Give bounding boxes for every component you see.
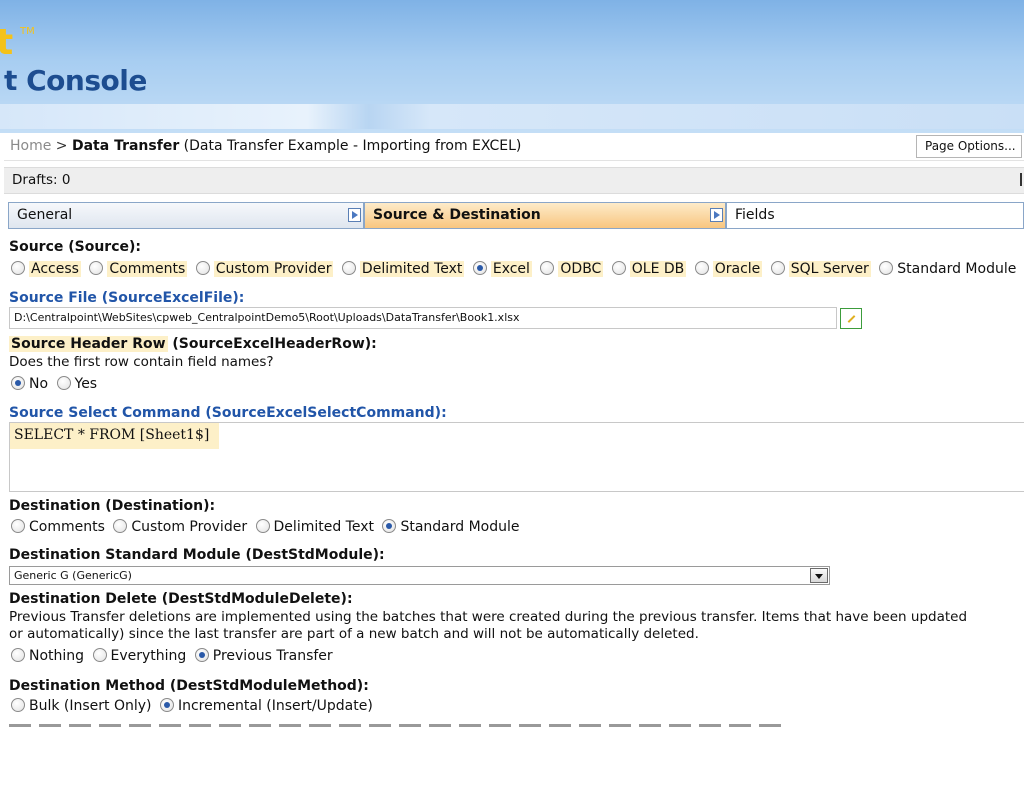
edit-pencil-icon[interactable] bbox=[840, 308, 862, 329]
trademark-symbol: TM bbox=[20, 26, 35, 37]
tab-source-destination-label: Source & Destination bbox=[373, 207, 541, 223]
breadcrumb-current: Data Transfer bbox=[71, 138, 180, 154]
breadcrumb-separator: > bbox=[51, 138, 72, 154]
tab-fields[interactable]: Fields bbox=[726, 202, 1024, 229]
breadcrumb-context: (Data Transfer Example - Importing from … bbox=[179, 138, 522, 154]
header-banner: t TM t Console bbox=[0, 0, 1024, 133]
radio-icon[interactable] bbox=[89, 261, 104, 275]
dest-std-module-value: Generic G (GenericG) bbox=[14, 569, 132, 582]
dest-delete-description-line2: or automatically) since the last transfe… bbox=[9, 626, 699, 642]
destination-option-delimited-text[interactable]: Delimited Text bbox=[255, 519, 374, 535]
dest-method-option-incremental[interactable]: Incremental (Insert/Update) bbox=[159, 698, 373, 714]
radio-icon[interactable] bbox=[11, 648, 25, 662]
radio-icon[interactable] bbox=[879, 261, 894, 275]
source-option-excel[interactable]: Excel bbox=[472, 261, 532, 277]
dest-delete-radio-group: Nothing Everything Previous Transfer bbox=[11, 648, 337, 668]
select-command-text: SELECT * FROM [Sheet1$] bbox=[10, 423, 220, 449]
cut-off-text-fragment bbox=[9, 724, 789, 727]
header-row-option-no[interactable]: No bbox=[11, 376, 48, 392]
radio-icon[interactable] bbox=[56, 376, 71, 390]
tab-general-label: General bbox=[17, 207, 73, 223]
dest-std-module-select[interactable]: Generic G (GenericG) bbox=[9, 566, 830, 585]
destination-label: Destination (Destination): bbox=[9, 498, 216, 514]
source-radio-group: Access Comments Custom Provider Delimite… bbox=[11, 261, 1024, 281]
radio-selected-icon[interactable] bbox=[194, 648, 209, 662]
brand-logo-fragment: t bbox=[0, 22, 13, 63]
console-title: t Console bbox=[4, 64, 147, 97]
arrow-right-icon bbox=[710, 208, 723, 222]
radio-icon[interactable] bbox=[341, 261, 356, 275]
source-file-label: Source File (SourceExcelFile): bbox=[9, 290, 245, 306]
radio-icon[interactable] bbox=[540, 261, 555, 275]
source-select-command-textarea[interactable]: SELECT * FROM [Sheet1$] bbox=[9, 422, 1024, 492]
radio-selected-icon[interactable] bbox=[159, 698, 174, 712]
radio-icon[interactable] bbox=[113, 519, 128, 533]
radio-icon[interactable] bbox=[611, 261, 626, 275]
source-option-sql-server[interactable]: SQL Server bbox=[770, 261, 871, 277]
dest-delete-description-line1: Previous Transfer deletions are implemen… bbox=[9, 609, 968, 625]
dest-std-module-label: Destination Standard Module (DestStdModu… bbox=[9, 547, 385, 563]
destination-option-custom-provider[interactable]: Custom Provider bbox=[113, 519, 247, 535]
source-option-odbc[interactable]: ODBC bbox=[540, 261, 604, 277]
radio-icon[interactable] bbox=[11, 698, 25, 712]
header-row-radio-group: No Yes bbox=[11, 376, 101, 396]
breadcrumb-home-link[interactable]: Home bbox=[10, 138, 51, 154]
source-option-ole-db[interactable]: OLE DB bbox=[611, 261, 687, 277]
header-stripe bbox=[0, 104, 1024, 129]
breadcrumb-bar: Home > Data Transfer (Data Transfer Exam… bbox=[4, 133, 1024, 161]
source-option-standard-module[interactable]: Standard Module bbox=[879, 261, 1016, 277]
drafts-count: Drafts: 0 bbox=[12, 172, 71, 188]
source-option-access[interactable]: Access bbox=[11, 261, 81, 277]
tab-general[interactable]: General bbox=[8, 202, 364, 229]
destination-option-standard-module[interactable]: Standard Module bbox=[382, 519, 520, 535]
dest-delete-label: Destination Delete (DestStdModuleDelete)… bbox=[9, 591, 353, 607]
radio-icon[interactable] bbox=[195, 261, 210, 275]
dest-delete-option-nothing[interactable]: Nothing bbox=[11, 648, 84, 664]
dest-method-label: Destination Method (DestStdModuleMethod)… bbox=[9, 678, 369, 694]
radio-icon[interactable] bbox=[694, 261, 709, 275]
breadcrumb: Home > Data Transfer (Data Transfer Exam… bbox=[10, 138, 521, 154]
header-row-option-yes[interactable]: Yes bbox=[56, 376, 97, 392]
source-select-command-label: Source Select Command (SourceExcelSelect… bbox=[9, 405, 447, 421]
dest-delete-option-previous-transfer[interactable]: Previous Transfer bbox=[194, 648, 333, 664]
radio-selected-icon[interactable] bbox=[472, 261, 487, 275]
radio-selected-icon[interactable] bbox=[11, 376, 25, 390]
source-header-row-label: Source Header Row (SourceExcelHeaderRow)… bbox=[9, 336, 377, 352]
arrow-right-icon bbox=[348, 208, 361, 222]
cut-off-content-row bbox=[0, 722, 1024, 732]
radio-icon[interactable] bbox=[11, 261, 25, 275]
source-file-input[interactable]: D:\Centralpoint\WebSites\cpweb_Centralpo… bbox=[9, 307, 837, 329]
chevron-down-icon[interactable] bbox=[810, 568, 828, 583]
source-label: Source (Source): bbox=[9, 239, 142, 255]
source-header-row-question: Does the first row contain field names? bbox=[9, 354, 274, 370]
dest-method-option-bulk[interactable]: Bulk (Insert Only) bbox=[11, 698, 152, 714]
dest-delete-option-everything[interactable]: Everything bbox=[92, 648, 186, 664]
destination-radio-group: Comments Custom Provider Delimited Text … bbox=[11, 519, 524, 539]
drafts-bar: Drafts: 0 bbox=[4, 167, 1024, 194]
source-option-comments[interactable]: Comments bbox=[89, 261, 188, 277]
page-options-button[interactable]: Page Options... bbox=[916, 135, 1022, 158]
source-option-delimited-text[interactable]: Delimited Text bbox=[341, 261, 465, 277]
radio-icon[interactable] bbox=[255, 519, 270, 533]
drafts-edge-mark bbox=[1020, 173, 1022, 186]
radio-icon[interactable] bbox=[770, 261, 785, 275]
source-option-oracle[interactable]: Oracle bbox=[694, 261, 763, 277]
radio-selected-icon[interactable] bbox=[382, 519, 397, 533]
tab-fields-label: Fields bbox=[735, 207, 775, 223]
dest-method-radio-group: Bulk (Insert Only) Incremental (Insert/U… bbox=[11, 698, 377, 718]
wizard-tabs: General Source & Destination Fields bbox=[8, 202, 1024, 229]
radio-icon[interactable] bbox=[92, 648, 107, 662]
tab-source-destination[interactable]: Source & Destination bbox=[364, 202, 726, 229]
radio-icon[interactable] bbox=[11, 519, 25, 533]
destination-option-comments[interactable]: Comments bbox=[11, 519, 105, 535]
source-option-custom-provider[interactable]: Custom Provider bbox=[195, 261, 334, 277]
